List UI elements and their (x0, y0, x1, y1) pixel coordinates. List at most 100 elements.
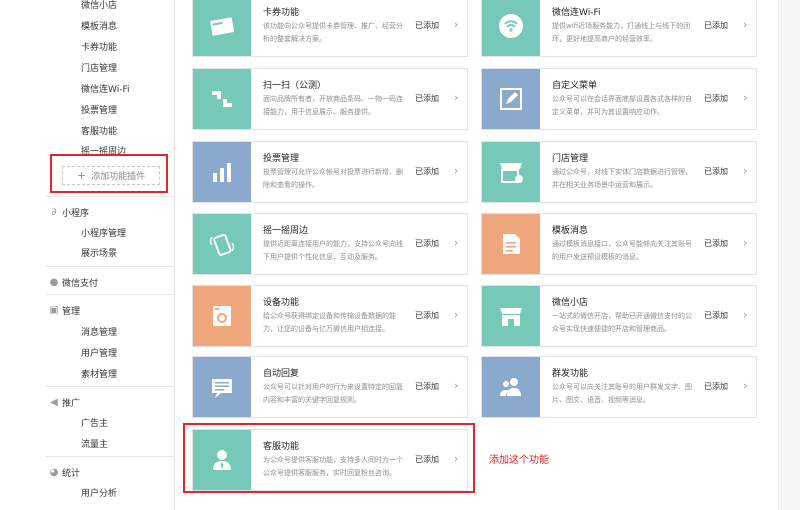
sidebar-item-store-manage[interactable]: 门店管理 (81, 61, 117, 74)
plugin-title: 摇一摇周边 (263, 226, 309, 236)
sidebar-item-customer-service[interactable]: 客服功能 (81, 124, 117, 137)
sidebar-item-message-manage[interactable]: 消息管理 (81, 325, 117, 338)
sidebar-item-material-manage[interactable]: 素材管理 (81, 367, 117, 380)
plugin-card-mass-send[interactable]: 群发功能 公众号可以向关注其账号的用户群发文字、图片、图文、语音、视频等消息。 … (481, 356, 757, 418)
plugin-status: 已添加 (704, 21, 728, 30)
sidebar-section-manage[interactable]: ▣ 管理 (49, 304, 81, 317)
washer-icon (193, 286, 251, 346)
plugin-card-card-coupon[interactable]: 卡券功能 该功能向公众号提供卡券管理、推广、经营分析的整套解决方案。 已添加 › (192, 0, 468, 57)
divider (46, 294, 174, 295)
sidebar-item-wifi[interactable]: 微信连Wi-Fi (81, 82, 129, 95)
sidebar-section-promote[interactable]: ◀ 推广 (50, 396, 80, 409)
plugin-desc: 一站式的微信开店，帮助已开通微信支付的公众号实现快速便捷的开店和管理商品。 (552, 312, 692, 333)
card-icon (193, 0, 251, 56)
plugin-card-shake[interactable]: 摇一摇周边 提供近距离连接用户的能力，支持公众号向线下用户提供个性化信息、互动及… (192, 213, 468, 275)
plugin-card-custom-menu[interactable]: 自定义菜单 公众号可以在会话界面底部设置各式各样的自定义菜单，并可为其设置响应动… (481, 68, 757, 130)
plugin-desc: 通过公众号，对线下实体门店数据进行管理，并在相关业务场景中运营和展示。 (552, 168, 692, 189)
wifi-icon (482, 0, 540, 56)
megaphone-icon: ◀ (50, 396, 58, 408)
section-title: 微信支付 (62, 279, 99, 289)
plugin-card-device[interactable]: 设备功能 给公众号获得绑定设备和传输设备数据的能力，让您的设备与亿万微信用户相连… (192, 285, 468, 347)
highlight-add-plugin (50, 154, 168, 193)
chevron-right-icon: › (743, 308, 748, 321)
plugin-status: 已添加 (704, 311, 728, 320)
chevron-right-icon: › (454, 18, 459, 31)
plugin-title: 自动回复 (263, 369, 300, 379)
sidebar-item-traffic-owner[interactable]: 流量主 (81, 437, 108, 450)
message-icon (193, 357, 251, 417)
plugin-card-wechat-shop[interactable]: 微信小店 一站式的微信开店，帮助已开通微信支付的公众号实现快速便捷的开店和管理商… (481, 285, 757, 347)
plugin-card-wifi[interactable]: 微信连Wi-Fi 提供wifi近场服务能力，打通线上与线下的闭环，更好地提高商户… (481, 0, 757, 57)
sidebar-item-vote[interactable]: 投票管理 (81, 103, 117, 116)
plugin-status: 已添加 (704, 239, 728, 248)
plugin-title: 卡券功能 (263, 8, 300, 18)
sidebar-section-miniprogram[interactable]: ∂ 小程序 (51, 206, 90, 219)
page-scrollbar[interactable] (778, 0, 800, 510)
sidebar-item-advertiser[interactable]: 广告主 (81, 416, 108, 429)
divider (46, 196, 174, 197)
plugin-title: 群发功能 (552, 369, 589, 379)
plugin-status: 已添加 (415, 167, 439, 176)
chevron-right-icon: › (454, 236, 459, 249)
plugin-desc: 公众号可以在会话界面底部设置各式各样的自定义菜单，并可为其设置响应动作。 (552, 95, 692, 116)
miniprogram-icon: ∂ (51, 206, 57, 218)
edit-menu-icon (482, 69, 540, 129)
plugin-status: 已添加 (415, 311, 439, 320)
plugin-title: 投票管理 (263, 154, 300, 164)
sidebar-item-wechat-shop[interactable]: 微信小店 (81, 0, 117, 11)
annotation-note: 添加这个功能 (489, 455, 549, 466)
plugin-desc: 公众号可以针对用户的行为来设置特定的回复内容和丰富的关键字回复规则。 (263, 383, 403, 404)
chevron-right-icon: › (743, 91, 748, 104)
plugin-title: 微信小店 (552, 298, 589, 308)
plugin-status: 已添加 (415, 21, 439, 30)
plugin-title: 微信连Wi-Fi (552, 8, 601, 18)
plugin-desc: 通过模板消息接口，公众号能够向关注其账号的用户发送预设模板的消息。 (552, 240, 692, 261)
template-doc-icon (482, 214, 540, 274)
plugin-card-store[interactable]: 门店管理 通过公众号，对线下实体门店数据进行管理，并在相关业务场景中运营和展示。… (481, 141, 757, 203)
divider (46, 266, 174, 267)
sidebar-item-user-manage[interactable]: 用户管理 (81, 346, 117, 359)
store-gear-icon (482, 142, 540, 202)
sidebar-item-display-scene[interactable]: 展示场景 (81, 246, 117, 259)
plugin-title: 门店管理 (552, 154, 589, 164)
section-title: 管理 (62, 307, 81, 317)
inbox-icon: ▣ (49, 304, 59, 316)
sidebar-section-stats[interactable]: ◕ 统计 (50, 466, 81, 479)
chevron-right-icon: › (743, 164, 748, 177)
scan-icon (193, 69, 251, 129)
bar-chart-icon (193, 142, 251, 202)
sidebar-item-template-message[interactable]: 模板消息 (81, 19, 117, 32)
plugin-title: 扫一扫（公测） (263, 81, 327, 91)
sidebar-item-card-coupon[interactable]: 卡券功能 (81, 40, 117, 53)
plugin-card-template-message[interactable]: 模板消息 通过模板消息接口，公众号能够向关注其账号的用户发送预设模板的消息。 已… (481, 213, 757, 275)
plugin-title: 设备功能 (263, 298, 300, 308)
section-title: 统计 (62, 469, 81, 479)
sidebar-item-user-analysis[interactable]: 用户分析 (81, 486, 117, 499)
plugin-desc: 投票管理可允许公众帐号对投票进行新增、删除和查看的操作。 (263, 168, 403, 189)
sidebar-item-miniprogram-manage[interactable]: 小程序管理 (81, 226, 126, 239)
plugin-card-scan[interactable]: 扫一扫（公测） 面向品牌所有者，开放商品条码、一物一码连接能力，用于信息展示、服… (192, 68, 468, 130)
shop-icon (482, 286, 540, 346)
divider (46, 386, 174, 387)
chevron-right-icon: › (454, 379, 459, 392)
sidebar-section-pay[interactable]: ● 微信支付 (50, 276, 99, 289)
pay-icon: ● (49, 276, 59, 288)
plugin-status: 已添加 (704, 167, 728, 176)
plugin-status: 已添加 (704, 94, 728, 103)
plugin-card-auto-reply[interactable]: 自动回复 公众号可以针对用户的行为来设置特定的回复内容和丰富的关键字回复规则。 … (192, 356, 468, 418)
plugin-desc: 提供wifi近场服务能力，打通线上与线下的闭环，更好地提高商户的经营效率。 (552, 22, 691, 43)
plugin-status: 已添加 (415, 239, 439, 248)
chevron-right-icon: › (454, 91, 459, 104)
plugin-card-vote[interactable]: 投票管理 投票管理可允许公众帐号对投票进行新增、删除和查看的操作。 已添加 › (192, 141, 468, 203)
group-users-icon (482, 357, 540, 417)
plugin-title: 模板消息 (552, 226, 589, 236)
plugin-status: 已添加 (415, 382, 439, 391)
plugin-desc: 提供近距离连接用户的能力，支持公众号向线下用户提供个性化信息、互动及服务。 (263, 240, 403, 261)
divider (46, 456, 174, 457)
plugin-desc: 该功能向公众号提供卡券管理、推广、经营分析的整套解决方案。 (263, 22, 403, 43)
chevron-right-icon: › (454, 164, 459, 177)
plugin-desc: 面向品牌所有者，开放商品条码、一物一码连接能力，用于信息展示、服务提供。 (263, 95, 403, 116)
pie-chart-icon: ◕ (49, 466, 59, 478)
sidebar: 微信小店 模板消息 卡券功能 门店管理 微信连Wi-Fi 投票管理 客服功能 摇… (0, 0, 175, 510)
section-title: 小程序 (62, 209, 90, 219)
